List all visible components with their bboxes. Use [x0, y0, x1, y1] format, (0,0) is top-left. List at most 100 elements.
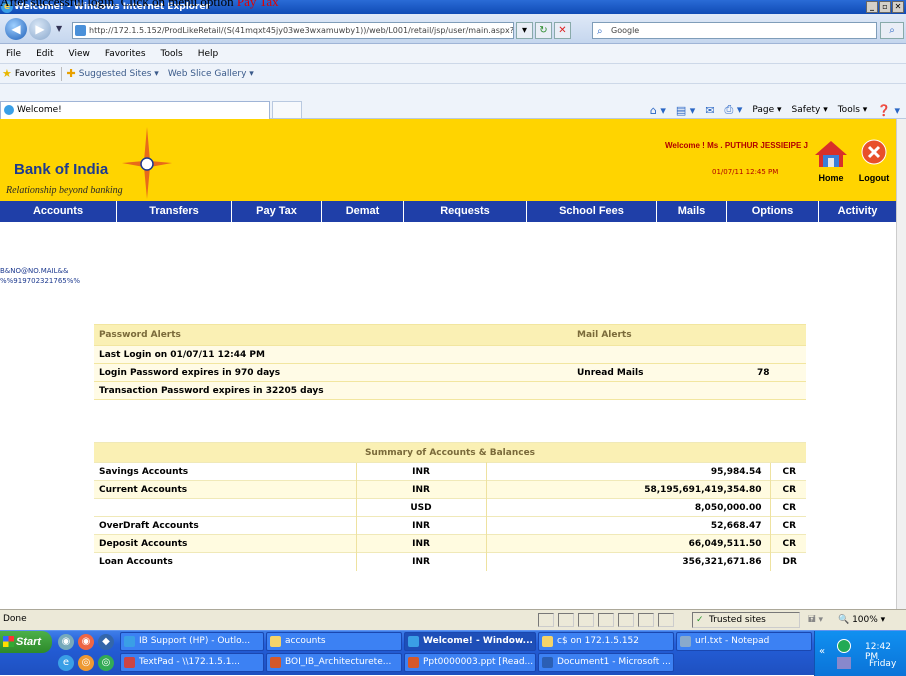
minimize-button[interactable]: _	[866, 1, 878, 13]
taskbar-label: Ppt0000003.ppt [Read...	[423, 657, 534, 667]
nav-pay-tax[interactable]: Pay Tax	[232, 201, 322, 222]
tray-day: Friday	[869, 659, 897, 669]
history-dropdown-icon[interactable]: ▼	[56, 24, 62, 33]
nav-requests[interactable]: Requests	[404, 201, 527, 222]
url-field[interactable]: http://172.1.5.152/ProdLikeRetail/(S(41m…	[72, 22, 514, 39]
nav-transfers[interactable]: Transfers	[117, 201, 232, 222]
favorites-button[interactable]: Favorites	[15, 69, 56, 79]
divider	[60, 66, 62, 81]
network-tray-icon[interactable]	[837, 639, 851, 653]
taskbar-item-network-share[interactable]: c$ on 172.1.5.152	[538, 632, 674, 651]
account-type[interactable]: Deposit Accounts	[94, 534, 356, 553]
quicklaunch-firefox-icon[interactable]: ◉	[78, 634, 94, 650]
table-row: Loan Accounts INR 356,321,671.86 DR	[94, 552, 806, 571]
taskbar-item-word[interactable]: Document1 - Microsoft ...	[538, 653, 674, 672]
page-menu[interactable]: Page ▾	[752, 105, 781, 115]
menu-view[interactable]: View	[69, 49, 90, 59]
safety-menu[interactable]: Safety ▾	[792, 105, 828, 115]
nav-school-fees[interactable]: School Fees	[527, 201, 657, 222]
nav-mails[interactable]: Mails	[657, 201, 727, 222]
account-type[interactable]: Current Accounts	[94, 480, 356, 499]
close-window-button[interactable]: ✕	[892, 1, 904, 13]
quicklaunch-browser-icon[interactable]: ◎	[98, 655, 114, 671]
forward-button[interactable]: ▶	[29, 18, 51, 40]
help-icon[interactable]: ❓ ▾	[877, 104, 900, 117]
security-zone[interactable]: ✓ Trusted sites	[692, 612, 800, 628]
tools-menu[interactable]: Tools ▾	[838, 105, 868, 115]
accounts-summary-table: Summary of Accounts & Balances Savings A…	[94, 442, 806, 571]
menu-tools[interactable]: Tools	[161, 49, 183, 59]
taskbar-item-ppt-readonly[interactable]: Ppt0000003.ppt [Read...	[404, 653, 536, 672]
bank-star-logo-icon	[122, 127, 172, 199]
menu-edit[interactable]: Edit	[36, 49, 53, 59]
user-contact-info: B&NO@NO.MAIL&& %%919702321765%%	[0, 266, 80, 286]
account-type[interactable]: OverDraft Accounts	[94, 516, 356, 535]
command-bar: ⌂ ▾ ▤ ▾ ✉ ⎙ ▾ Page ▾ Safety ▾ Tools ▾ ❓ …	[650, 103, 900, 117]
login-password-expiry: Login Password expires in 970 days	[94, 363, 572, 382]
quicklaunch-media-icon[interactable]: ◎	[78, 655, 94, 671]
account-type[interactable]: Loan Accounts	[94, 552, 356, 571]
taskbar-item-accounts[interactable]: accounts	[266, 632, 402, 651]
taskbar-label: url.txt - Notepad	[695, 636, 770, 646]
account-balance: 58,195,691,419,354.80	[486, 480, 770, 499]
taskbar-item-notepad[interactable]: url.txt - Notepad	[676, 632, 812, 651]
tab-welcome[interactable]: Welcome!	[0, 101, 270, 119]
taskbar-label: accounts	[285, 636, 326, 646]
account-currency: INR	[355, 552, 487, 571]
menu-file[interactable]: File	[6, 49, 21, 59]
nav-accounts[interactable]: Accounts	[0, 201, 117, 222]
nav-demat[interactable]: Demat	[322, 201, 404, 222]
search-icon[interactable]: ⌕	[880, 22, 904, 39]
new-tab-button[interactable]	[272, 101, 302, 119]
favorites-star-icon[interactable]: ★	[2, 67, 12, 80]
menu-favorites[interactable]: Favorites	[105, 49, 146, 59]
table-row: USD 8,050,000.00 CR	[94, 498, 806, 517]
taskbar-item-textpad[interactable]: TextPad - \\172.1.5.1...	[120, 653, 264, 672]
notepad-icon	[680, 636, 691, 647]
add-favorites-icon[interactable]: ✚	[67, 67, 76, 80]
logout-button[interactable]: Logout	[856, 139, 892, 183]
feeds-icon[interactable]: ▤ ▾	[676, 104, 695, 117]
window-controls: _ ▫ ✕	[866, 1, 904, 13]
unread-mails-label[interactable]: Unread Mails	[572, 363, 752, 382]
web-slice-gallery-link[interactable]: Web Slice Gallery ▾	[168, 69, 254, 79]
nav-options[interactable]: Options	[727, 201, 819, 222]
stop-icon[interactable]: ✕	[554, 22, 571, 39]
zoom-level[interactable]: 🔍 100% ▾	[838, 612, 885, 628]
home-page-icon[interactable]: ⌂ ▾	[650, 104, 666, 117]
table-row: Current Accounts INR 58,195,691,419,354.…	[94, 480, 806, 499]
taskbar-item-welcome[interactable]: Welcome! - Window...	[404, 632, 536, 651]
summary-header-row: Summary of Accounts & Balances	[94, 442, 806, 463]
url-dropdown-button[interactable]: ▾	[516, 22, 533, 39]
start-button[interactable]: Start	[0, 631, 52, 653]
home-button[interactable]: Home	[812, 139, 850, 183]
suggested-sites-link[interactable]: Suggested Sites ▾	[79, 69, 159, 79]
monitor-tray-icon[interactable]	[837, 657, 851, 669]
print-icon[interactable]: ⎙ ▾	[725, 103, 743, 117]
menu-help[interactable]: Help	[198, 49, 219, 59]
status-pane	[638, 613, 654, 627]
account-currency: USD	[355, 498, 487, 517]
back-button[interactable]: ◀	[5, 18, 27, 40]
quicklaunch-ie-icon[interactable]: e	[58, 655, 74, 671]
search-input[interactable]: ⌕ Google	[592, 22, 877, 39]
restore-button[interactable]: ▫	[879, 1, 891, 13]
nav-activity[interactable]: Activity	[819, 201, 896, 222]
url-text: http://172.1.5.152/ProdLikeRetail/(S(41m…	[89, 26, 514, 35]
account-type[interactable]: Savings Accounts	[94, 462, 356, 481]
balance-indicator: CR	[769, 480, 806, 499]
page-content: Bank of India Relationship beyond bankin…	[0, 119, 896, 609]
page-scrollbar[interactable]	[896, 119, 906, 609]
quicklaunch-desktop-icon[interactable]: ◉	[58, 634, 74, 650]
alerts-table: Password Alerts Mail Alerts Last Login o…	[94, 324, 806, 400]
mail-icon[interactable]: ✉	[705, 104, 714, 117]
status-pane	[578, 613, 594, 627]
tray-expand-icon[interactable]: «	[819, 646, 825, 657]
protected-mode-icon[interactable]: 🖬 ▾	[808, 612, 823, 628]
table-row: Transaction Password expires in 32205 da…	[94, 381, 806, 400]
quicklaunch-app-icon[interactable]: ◆	[98, 634, 114, 650]
refresh-icon[interactable]: ↻	[535, 22, 552, 39]
taskbar-item-outlook[interactable]: IB Support (HP) - Outlo...	[120, 632, 264, 651]
network-folder-icon	[542, 636, 553, 647]
taskbar-item-powerpoint[interactable]: BOI_IB_Architecturete...	[266, 653, 402, 672]
